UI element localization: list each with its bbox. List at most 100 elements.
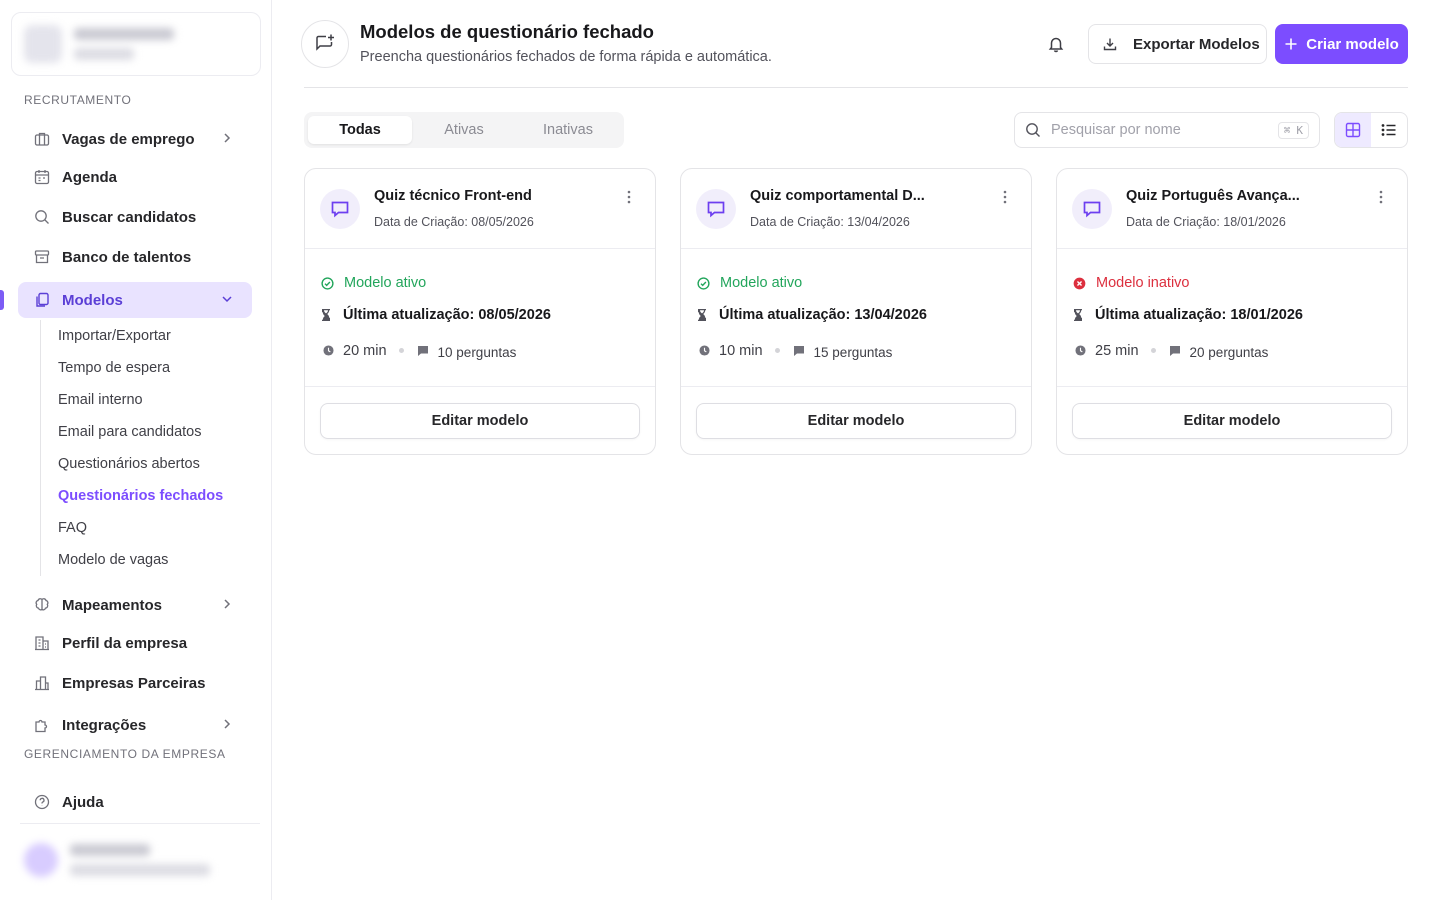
sidebar-item-label: Mapeamentos <box>62 596 163 614</box>
sidebar-item-label: Banco de talentos <box>62 248 192 266</box>
sidebar-item-label: Empresas Parceiras <box>62 674 206 692</box>
buildings-icon <box>34 675 50 691</box>
status-badge: Modelo ativo <box>321 275 426 291</box>
sidebar-item-agenda[interactable]: Agenda <box>18 159 252 195</box>
separator-dot <box>1150 348 1156 353</box>
message-square-icon <box>320 189 360 229</box>
last-updated: Última atualização: 18/01/2026 <box>1073 307 1303 323</box>
card-title[interactable]: Quiz Português Avança... <box>1126 188 1300 204</box>
card-created-date: Data de Criação: 08/05/2026 <box>374 215 534 229</box>
building-icon <box>34 635 50 651</box>
sidebar-item-label: Buscar candidatos <box>62 208 197 226</box>
sidebar-divider <box>20 823 260 824</box>
x-circle-icon <box>1073 277 1086 290</box>
sidebar-item-perfil[interactable]: Perfil da empresa <box>18 625 252 661</box>
bell-icon[interactable] <box>1044 32 1068 56</box>
subnav-item-modelo-vagas[interactable]: Modelo de vagas <box>41 544 250 576</box>
last-updated-label: Última atualização: 13/04/2026 <box>719 307 927 323</box>
subnav-item-questionarios-fechados[interactable]: Questionários fechados <box>41 480 250 512</box>
subnav-item-email-candidatos[interactable]: Email para candidatos <box>41 416 250 448</box>
sidebar-item-modelos[interactable]: Modelos <box>18 282 252 318</box>
clock-icon <box>321 344 335 358</box>
active-indicator <box>0 290 4 310</box>
model-card: Quiz comportamental D... Data de Criação… <box>680 168 1032 455</box>
avatar <box>24 843 58 877</box>
list-view-button[interactable] <box>1371 113 1407 147</box>
subnav-item-faq[interactable]: FAQ <box>41 512 250 544</box>
export-models-button[interactable]: Exportar Modelos <box>1088 24 1267 64</box>
question-count: 20 perguntas <box>1189 345 1269 360</box>
sidebar: RECRUTAMENTO Vagas de emprego Agenda Bus… <box>0 0 272 900</box>
hourglass-icon <box>321 309 331 321</box>
section-label-company: GERENCIAMENTO DA EMPRESA <box>24 747 226 761</box>
card-title[interactable]: Quiz comportamental D... <box>750 188 925 204</box>
clock-icon <box>1073 344 1087 358</box>
message-icon <box>1168 344 1182 358</box>
message-icon <box>792 344 806 358</box>
last-updated-label: Última atualização: 08/05/2026 <box>343 307 551 323</box>
duration: 10 min <box>719 342 763 359</box>
briefcase-icon <box>34 131 50 147</box>
sidebar-item-banco[interactable]: Banco de talentos <box>18 239 252 275</box>
list-icon <box>1381 122 1397 138</box>
card-meta: 25 min 20 perguntas <box>1073 341 1268 360</box>
header-divider <box>304 87 1408 88</box>
edit-model-button[interactable]: Editar modelo <box>696 403 1016 439</box>
clock-icon <box>697 344 711 358</box>
calendar-icon <box>34 169 50 185</box>
edit-model-button[interactable]: Editar modelo <box>1072 403 1392 439</box>
tab-inativas[interactable]: Inativas <box>516 116 620 144</box>
sidebar-item-label: Perfil da empresa <box>62 634 188 652</box>
sidebar-item-buscar[interactable]: Buscar candidatos <box>18 199 252 235</box>
user-info-redacted <box>70 844 210 876</box>
help-circle-icon <box>34 794 50 810</box>
subnav-item-tempo-espera[interactable]: Tempo de espera <box>41 352 250 384</box>
card-created-date: Data de Criação: 13/04/2026 <box>750 215 910 229</box>
command-key: ⌘ <box>1283 124 1291 137</box>
section-label-recruitment: RECRUTAMENTO <box>24 93 132 107</box>
card-title[interactable]: Quiz técnico Front-end <box>374 188 532 204</box>
more-vertical-icon[interactable] <box>621 188 637 206</box>
check-circle-icon <box>321 276 334 290</box>
grid-icon <box>1345 122 1361 138</box>
subnav-item-questionarios-abertos[interactable]: Questionários abertos <box>41 448 250 480</box>
account-switcher[interactable] <box>11 12 261 76</box>
sidebar-item-parceiras[interactable]: Empresas Parceiras <box>18 665 252 701</box>
account-info-redacted <box>74 28 174 60</box>
sidebar-item-ajuda[interactable]: Ajuda <box>18 784 252 820</box>
subnav-item-importar[interactable]: Importar/Exportar <box>41 320 250 352</box>
status-badge: Modelo ativo <box>697 275 802 291</box>
check-circle-icon <box>697 276 710 290</box>
sidebar-item-mapeamentos[interactable]: Mapeamentos <box>18 587 252 623</box>
archive-icon <box>34 249 50 265</box>
sidebar-item-label: Modelos <box>62 291 123 309</box>
message-square-icon <box>696 189 736 229</box>
status-label: Modelo ativo <box>720 275 803 291</box>
card-created-date: Data de Criação: 18/01/2026 <box>1126 215 1286 229</box>
page-subtitle: Preencha questionários fechados de forma… <box>360 49 772 65</box>
subnav-item-email-interno[interactable]: Email interno <box>41 384 250 416</box>
user-menu[interactable] <box>16 834 260 886</box>
more-vertical-icon[interactable] <box>1373 188 1389 206</box>
grid-view-button[interactable] <box>1335 113 1371 147</box>
download-icon <box>1103 37 1117 51</box>
edit-model-button[interactable]: Editar modelo <box>320 403 640 439</box>
message-icon <box>416 344 430 358</box>
chevron-right-icon <box>220 717 234 731</box>
create-model-button[interactable]: Criar modelo <box>1275 24 1408 64</box>
last-updated: Última atualização: 08/05/2026 <box>321 307 551 323</box>
message-plus-icon <box>301 20 349 68</box>
search-input[interactable] <box>1051 122 1261 138</box>
hourglass-icon <box>1073 309 1083 321</box>
sidebar-item-integracoes[interactable]: Integrações <box>18 707 252 743</box>
sidebar-item-vagas[interactable]: Vagas de emprego <box>18 121 252 157</box>
last-updated-label: Última atualização: 18/01/2026 <box>1095 307 1303 323</box>
view-mode-toggle <box>1334 112 1408 148</box>
brain-icon <box>34 597 50 613</box>
model-card: Quiz Português Avança... Data de Criação… <box>1056 168 1408 455</box>
keyboard-shortcut-hint: ⌘ K <box>1277 122 1309 139</box>
tab-todas[interactable]: Todas <box>308 116 412 144</box>
more-vertical-icon[interactable] <box>997 188 1013 206</box>
question-count: 15 perguntas <box>813 345 893 360</box>
tab-ativas[interactable]: Ativas <box>412 116 516 144</box>
